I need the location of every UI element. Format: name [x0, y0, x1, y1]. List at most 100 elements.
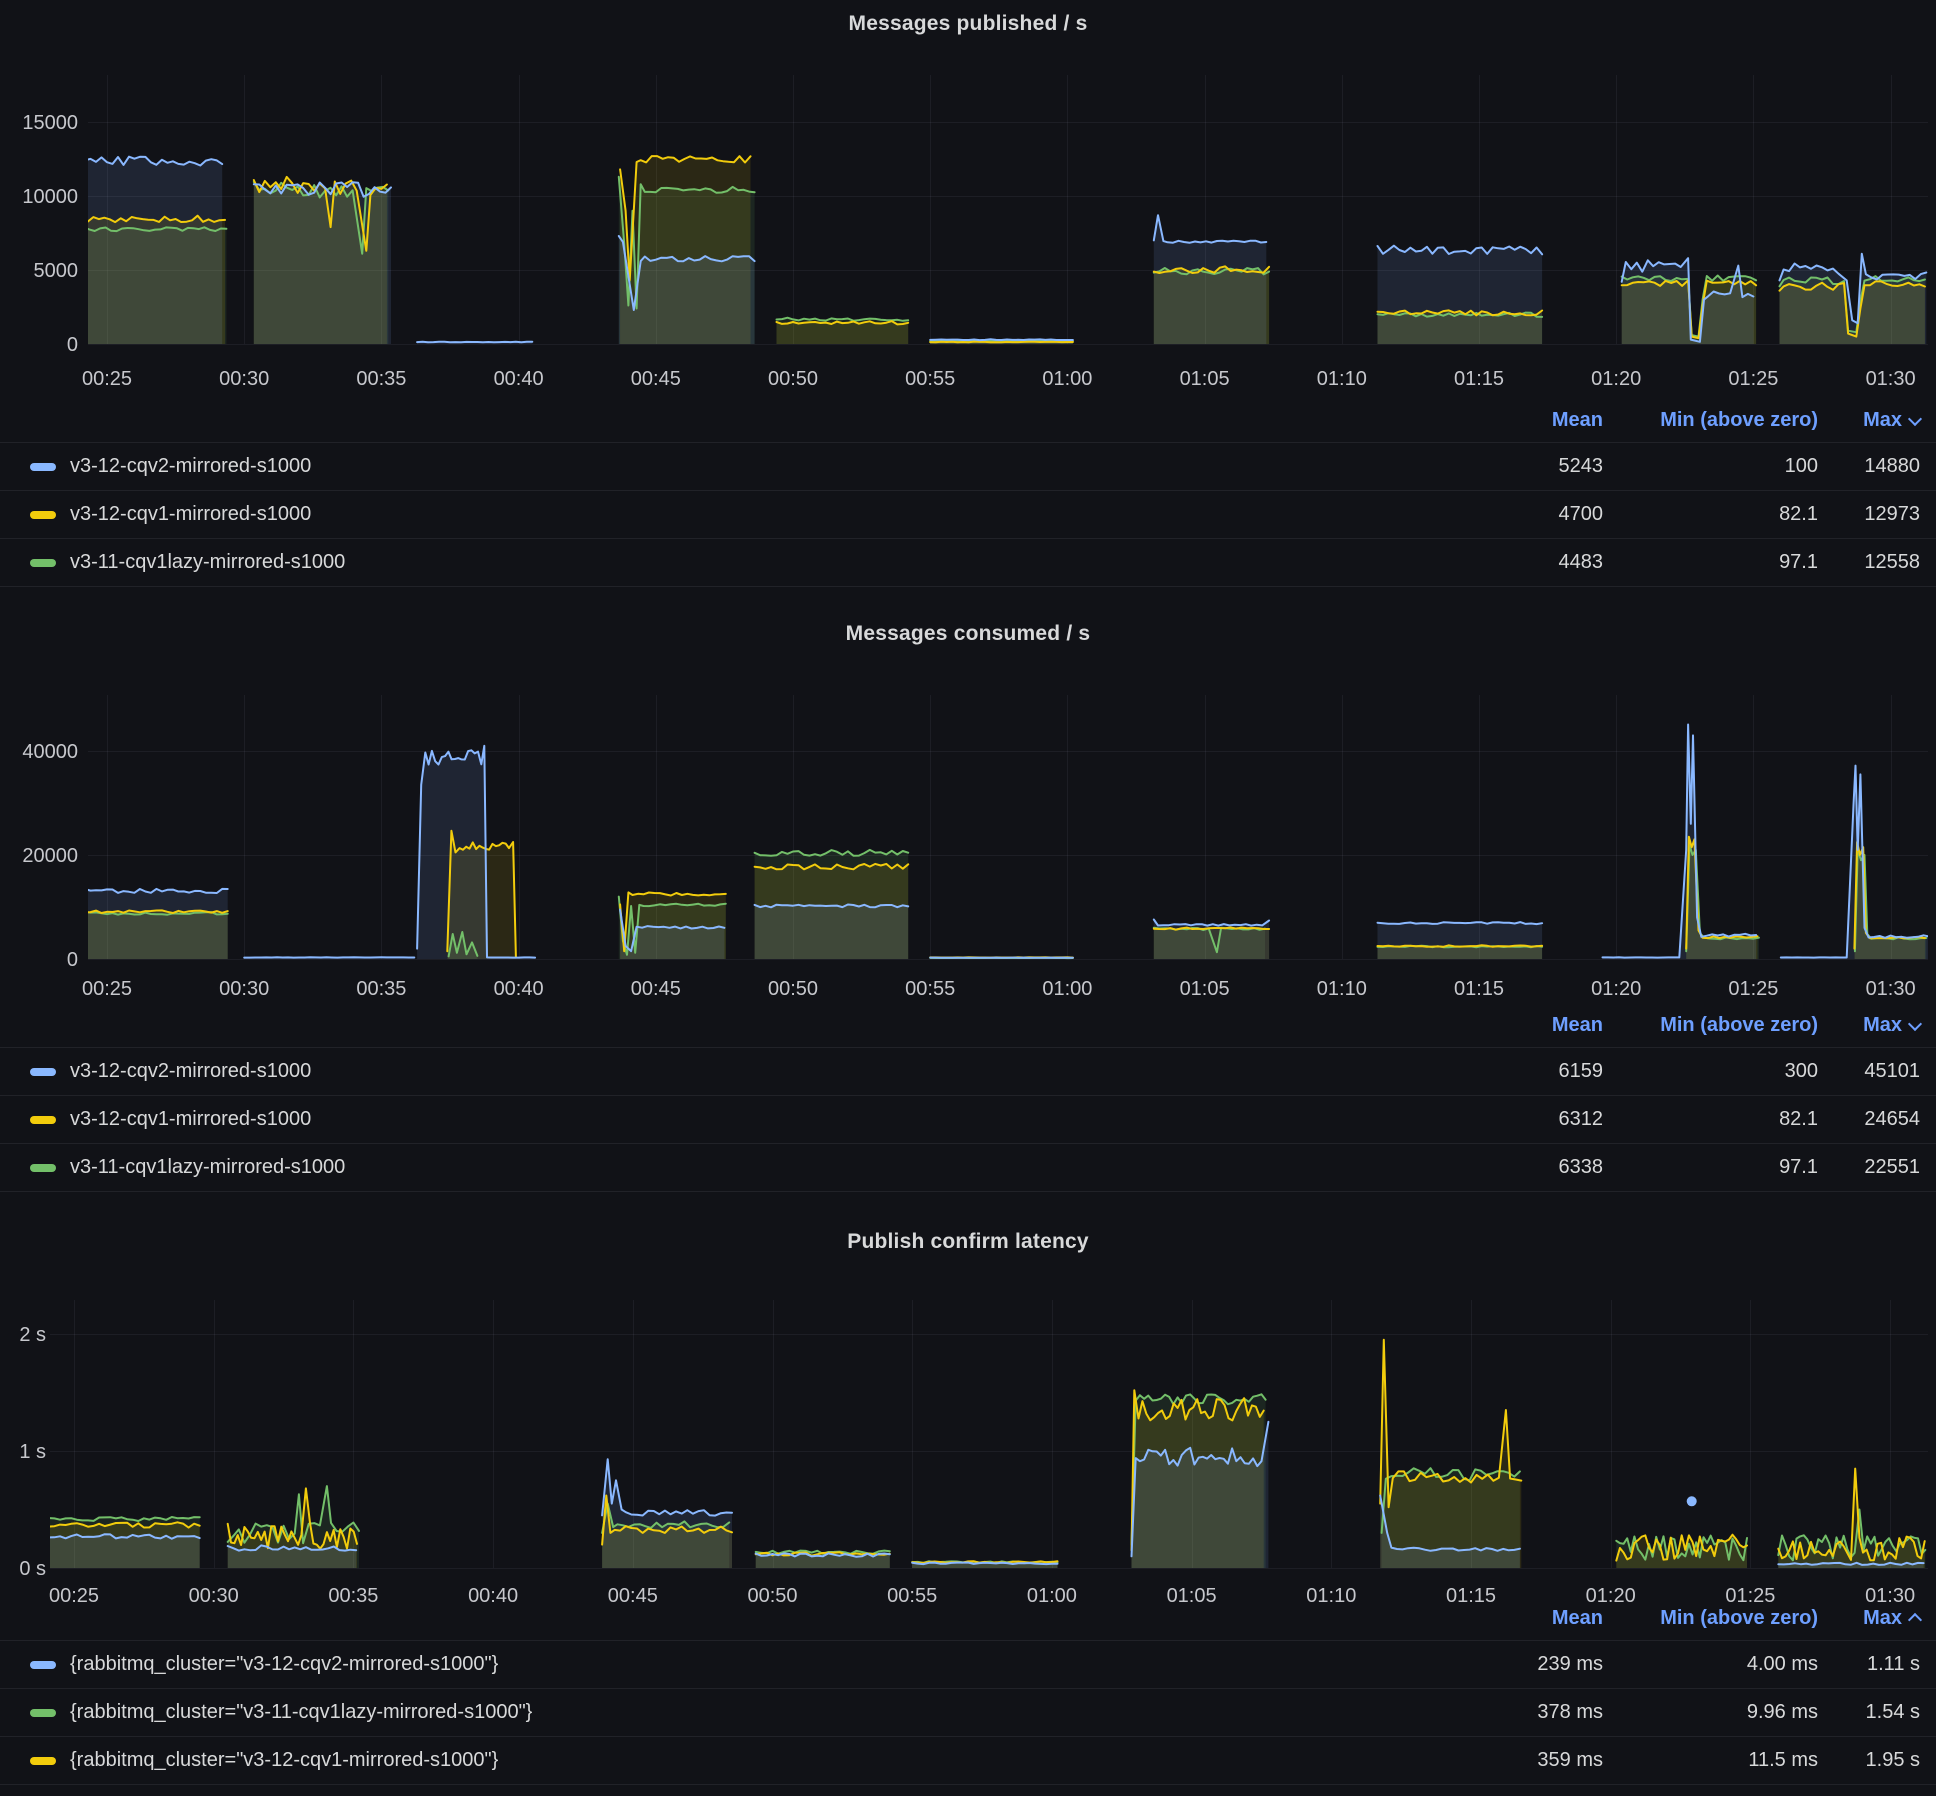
svg-text:00:45: 00:45	[631, 368, 681, 390]
series-label[interactable]: v3-12-cqv1-mirrored-s1000	[30, 1108, 1473, 1131]
series-name: v3-12-cqv1-mirrored-s1000	[70, 1108, 311, 1131]
sort-chevron-icon	[1908, 411, 1922, 425]
legend-row: {rabbitmq_cluster="v3-12-cqv1-mirrored-s…	[0, 1736, 1936, 1785]
value-mean: 6159	[1473, 1060, 1603, 1083]
series-name: {rabbitmq_cluster="v3-11-cqv1lazy-mirror…	[70, 1701, 532, 1724]
value-mean: 378 ms	[1473, 1701, 1603, 1724]
svg-text:10000: 10000	[22, 186, 78, 208]
svg-text:01:15: 01:15	[1454, 368, 1504, 390]
series-label[interactable]: {rabbitmq_cluster="v3-12-cqv2-mirrored-s…	[30, 1653, 1473, 1676]
legend-col-min[interactable]: Min (above zero)	[1603, 1014, 1818, 1037]
axis-tick-labels: 00:2500:3000:3500:4000:4500:5000:5501:00…	[22, 741, 1915, 1000]
value-max: 22551	[1818, 1156, 1920, 1179]
value-min: 100	[1603, 455, 1818, 478]
value-mean: 359 ms	[1473, 1749, 1603, 1772]
svg-text:00:50: 00:50	[768, 978, 818, 1000]
svg-text:00:35: 00:35	[356, 368, 406, 390]
legend-header: Mean Min (above zero) Max	[0, 1010, 1936, 1040]
svg-text:5000: 5000	[34, 260, 79, 282]
svg-text:1 s: 1 s	[19, 1441, 46, 1463]
series-name: {rabbitmq_cluster="v3-12-cqv1-mirrored-s…	[70, 1749, 498, 1772]
svg-text:00:30: 00:30	[219, 978, 269, 1000]
series-color-swatch-icon	[30, 1757, 56, 1765]
series-name: {rabbitmq_cluster="v3-12-cqv2-mirrored-s…	[70, 1653, 498, 1676]
svg-text:01:00: 01:00	[1042, 368, 1092, 390]
svg-text:01:05: 01:05	[1180, 368, 1230, 390]
legend-col-mean[interactable]: Mean	[1473, 1014, 1603, 1037]
value-min: 97.1	[1603, 551, 1818, 574]
legend-col-min[interactable]: Min (above zero)	[1603, 1607, 1818, 1630]
svg-text:0 s: 0 s	[19, 1558, 46, 1580]
legend-row: {rabbitmq_cluster="v3-11-cqv1lazy-mirror…	[0, 1688, 1936, 1736]
timeseries-chart-consumed[interactable]: 00:2500:3000:3500:4000:4500:5000:5501:00…	[0, 595, 1936, 1005]
timeseries-chart-latency[interactable]: 00:2500:3000:3500:4000:4500:5000:5501:00…	[0, 1195, 1936, 1610]
value-min: 11.5 ms	[1603, 1749, 1818, 1772]
svg-text:40000: 40000	[22, 741, 78, 763]
svg-text:01:15: 01:15	[1454, 978, 1504, 1000]
series-name: v3-12-cqv2-mirrored-s1000	[70, 1060, 311, 1083]
series-color-swatch-icon	[30, 463, 56, 471]
series-name: v3-11-cqv1lazy-mirrored-s1000	[70, 551, 345, 574]
svg-text:01:00: 01:00	[1042, 978, 1092, 1000]
plot-area	[70, 725, 1929, 960]
legend-row: v3-12-cqv1-mirrored-s1000631282.124654	[0, 1095, 1936, 1143]
legend-row: v3-12-cqv2-mirrored-s1000524310014880	[0, 442, 1936, 490]
legend-row: {rabbitmq_cluster="v3-12-cqv2-mirrored-s…	[0, 1640, 1936, 1688]
legend-row: v3-12-cqv1-mirrored-s1000470082.112973	[0, 490, 1936, 538]
panel-messages-consumed: Messages consumed / s 00:2500:3000:3500:…	[0, 595, 1936, 1195]
timeseries-chart-published[interactable]: 00:2500:3000:3500:4000:4500:5000:5501:00…	[0, 0, 1936, 400]
value-max: 1.54 s	[1818, 1701, 1920, 1724]
svg-text:0: 0	[67, 334, 78, 356]
value-max: 1.95 s	[1818, 1749, 1920, 1772]
value-min: 4.00 ms	[1603, 1653, 1818, 1676]
legend-col-mean[interactable]: Mean	[1473, 409, 1603, 432]
svg-text:00:35: 00:35	[356, 978, 406, 1000]
legend-col-min[interactable]: Min (above zero)	[1603, 409, 1818, 432]
series-color-swatch-icon	[30, 511, 56, 519]
legend-col-max[interactable]: Max	[1818, 409, 1920, 432]
value-max: 14880	[1818, 455, 1920, 478]
series-label[interactable]: {rabbitmq_cluster="v3-11-cqv1lazy-mirror…	[30, 1701, 1473, 1724]
value-mean: 239 ms	[1473, 1653, 1603, 1676]
legend-rows: v3-12-cqv2-mirrored-s1000524310014880v3-…	[0, 442, 1936, 587]
svg-text:01:10: 01:10	[1317, 368, 1367, 390]
svg-text:01:30: 01:30	[1866, 978, 1916, 1000]
value-mean: 4483	[1473, 551, 1603, 574]
legend-table: Mean Min (above zero) Max {rabbitmq_clus…	[0, 1603, 1936, 1785]
panel-publish-confirm-latency: Publish confirm latency 00:2500:3000:350…	[0, 1195, 1936, 1796]
legend-col-mean[interactable]: Mean	[1473, 1607, 1603, 1630]
legend-col-max[interactable]: Max	[1818, 1607, 1920, 1630]
series-label[interactable]: v3-11-cqv1lazy-mirrored-s1000	[30, 1156, 1473, 1179]
plot-area	[70, 124, 1926, 344]
svg-text:01:20: 01:20	[1591, 978, 1641, 1000]
series-color-swatch-icon	[30, 1661, 56, 1669]
value-min: 300	[1603, 1060, 1818, 1083]
legend-rows: v3-12-cqv2-mirrored-s1000615930045101v3-…	[0, 1047, 1936, 1192]
svg-text:01:25: 01:25	[1728, 978, 1778, 1000]
series-label[interactable]: {rabbitmq_cluster="v3-12-cqv1-mirrored-s…	[30, 1749, 1473, 1772]
svg-text:00:55: 00:55	[905, 978, 955, 1000]
series-label[interactable]: v3-11-cqv1lazy-mirrored-s1000	[30, 551, 1473, 574]
legend-col-max-label: Max	[1863, 1607, 1902, 1630]
svg-text:00:25: 00:25	[82, 368, 132, 390]
series-color-swatch-icon	[30, 1068, 56, 1076]
series-name: v3-12-cqv2-mirrored-s1000	[70, 455, 311, 478]
value-min: 82.1	[1603, 1108, 1818, 1131]
svg-text:01:20: 01:20	[1591, 368, 1641, 390]
series-color-swatch-icon	[30, 1709, 56, 1717]
value-mean: 6312	[1473, 1108, 1603, 1131]
series-color-swatch-icon	[30, 1116, 56, 1124]
legend-row: v3-11-cqv1lazy-mirrored-s1000448397.1125…	[0, 538, 1936, 587]
legend-col-max-label: Max	[1863, 1014, 1902, 1037]
series-label[interactable]: v3-12-cqv1-mirrored-s1000	[30, 503, 1473, 526]
series-label[interactable]: v3-12-cqv2-mirrored-s1000	[30, 1060, 1473, 1083]
series-color-swatch-icon	[30, 1164, 56, 1172]
legend-col-max[interactable]: Max	[1818, 1014, 1920, 1037]
value-min: 82.1	[1603, 503, 1818, 526]
sort-chevron-icon	[1908, 1016, 1922, 1030]
value-max: 12973	[1818, 503, 1920, 526]
value-min: 97.1	[1603, 1156, 1818, 1179]
series-label[interactable]: v3-12-cqv2-mirrored-s1000	[30, 455, 1473, 478]
value-max: 1.11 s	[1818, 1653, 1920, 1676]
grid-lines	[88, 695, 1928, 960]
